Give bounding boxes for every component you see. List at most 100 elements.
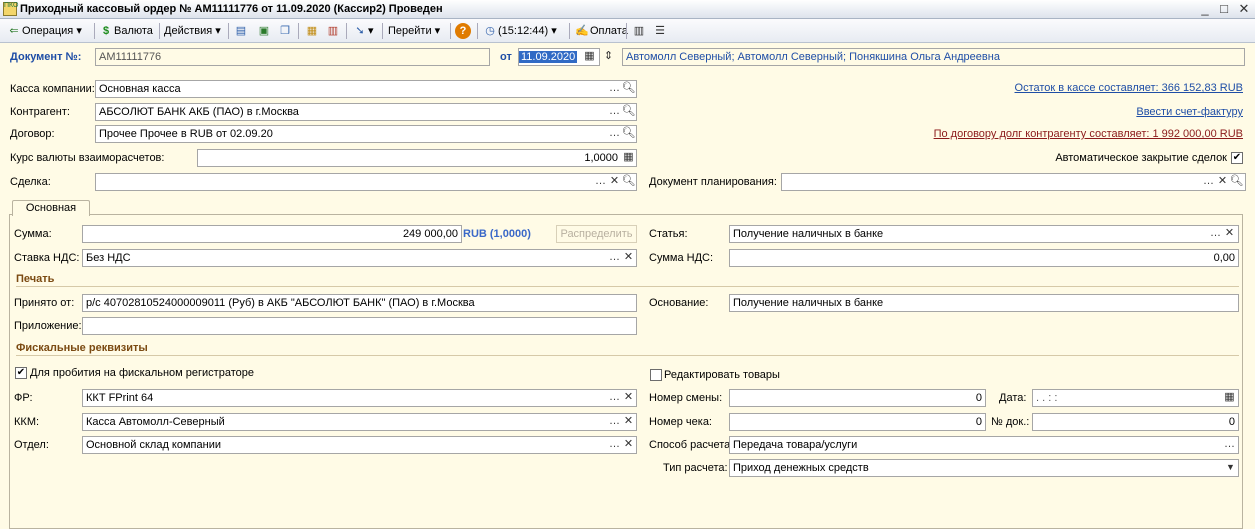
osnovanie-label: Основание: bbox=[649, 297, 709, 309]
nds-sum-label: Сумма НДС: bbox=[649, 252, 714, 264]
data-label: Дата: bbox=[999, 392, 1027, 404]
calculator-icon[interactable]: ▦ bbox=[621, 150, 636, 166]
summa-field[interactable]: 249 000,00 bbox=[82, 225, 462, 243]
divider bbox=[16, 286, 1239, 287]
kassa-field[interactable]: Основная касса bbox=[95, 80, 637, 98]
summa-label: Сумма: bbox=[14, 228, 52, 240]
restore-button[interactable]: □ bbox=[1215, 1, 1233, 17]
open-icon[interactable]: 🔍︎ bbox=[621, 81, 636, 97]
auto-close-checkbox[interactable]: ✔ bbox=[1231, 152, 1243, 164]
actions-menu[interactable]: Действия ▾ bbox=[164, 22, 221, 40]
calendar-icon[interactable]: ▦ bbox=[582, 49, 597, 65]
movements-icon[interactable]: ▣ bbox=[256, 22, 272, 40]
clear-icon[interactable]: ✕ bbox=[1215, 174, 1230, 190]
select-dots-icon[interactable]: … bbox=[607, 414, 622, 430]
kkm-field[interactable]: Касса Автомолл-Северный bbox=[82, 413, 637, 431]
fr-field[interactable]: ККТ FPrint 64 bbox=[82, 389, 637, 407]
statya-label: Статья: bbox=[649, 228, 688, 240]
doc-number-field[interactable]: АМ11111776 bbox=[95, 48, 490, 66]
select-dots-icon[interactable]: … bbox=[607, 250, 622, 266]
operation-icon: ⇐ bbox=[9, 25, 19, 38]
post-icon[interactable]: ▤ bbox=[233, 22, 249, 40]
nds-rate-field[interactable]: Без НДС bbox=[82, 249, 637, 267]
open-icon[interactable]: 🔍︎ bbox=[621, 104, 636, 120]
clear-icon[interactable]: ✕ bbox=[621, 390, 636, 406]
fiscal-register-label: Для пробития на фискальном регистраторе bbox=[30, 367, 254, 379]
date-spin-icon[interactable]: ⇕ bbox=[601, 49, 616, 65]
nds-rate-label: Ставка НДС: bbox=[14, 252, 80, 264]
currency-icon: $ bbox=[102, 25, 110, 38]
window-title: Приходный кассовый ордер № АМ11111776 от… bbox=[20, 3, 443, 15]
calendar-icon[interactable]: ▦ bbox=[1222, 390, 1237, 406]
select-dots-icon[interactable]: … bbox=[607, 437, 622, 453]
sdelka-field[interactable] bbox=[95, 173, 637, 191]
structure-icon[interactable]: ▦ bbox=[304, 22, 320, 40]
kontragent-field[interactable]: АБСОЛЮТ БАНК АКБ (ПАО) в г.Москва bbox=[95, 103, 637, 121]
close-button[interactable]: ✕ bbox=[1235, 1, 1253, 17]
help-icon[interactable]: ? bbox=[455, 22, 471, 40]
select-dots-icon[interactable]: … bbox=[607, 126, 622, 142]
select-dots-icon[interactable]: … bbox=[1201, 174, 1216, 190]
nomdok-label: № док.: bbox=[991, 416, 1030, 428]
select-dots-icon[interactable]: … bbox=[1222, 437, 1237, 453]
raspredelit-button[interactable]: Распределить bbox=[556, 225, 637, 243]
dogovor-label: Договор: bbox=[10, 128, 55, 140]
check-field[interactable]: 0 bbox=[729, 413, 986, 431]
select-dots-icon[interactable]: … bbox=[1208, 226, 1223, 242]
clear-icon[interactable]: ✕ bbox=[607, 174, 622, 190]
payment-icon: ✍ bbox=[575, 25, 589, 38]
open-icon[interactable]: 🔍︎ bbox=[621, 174, 636, 190]
sposob-field[interactable]: Передача товара/услуги bbox=[729, 436, 1239, 454]
statya-field[interactable]: Получение наличных в банке bbox=[729, 225, 1239, 243]
open-icon[interactable]: 🔍︎ bbox=[621, 126, 636, 142]
currency-button[interactable]: $ Валюта bbox=[98, 22, 153, 40]
smena-label: Номер смены: bbox=[649, 392, 723, 404]
dolg-link[interactable]: По договору долг контрагенту составляет:… bbox=[850, 128, 1243, 140]
data-field[interactable]: . . : : bbox=[1032, 389, 1239, 407]
kurs-label: Курс валюты взаиморасчетов: bbox=[10, 152, 165, 164]
clear-icon[interactable]: ✕ bbox=[621, 414, 636, 430]
docplan-field[interactable] bbox=[781, 173, 1246, 191]
organization-field[interactable]: Автомолл Северный; Автомолл Северный; По… bbox=[622, 48, 1245, 66]
report-icon[interactable]: ▥ bbox=[325, 22, 341, 40]
otdel-field[interactable]: Основной склад компании bbox=[82, 436, 637, 454]
osnovanie-field[interactable]: Получение наличных в банке bbox=[729, 294, 1239, 312]
separator bbox=[298, 23, 299, 39]
select-dots-icon[interactable]: … bbox=[607, 81, 622, 97]
tab-osnovnaya[interactable]: Основная bbox=[12, 200, 90, 216]
dogovor-field[interactable]: Прочее Прочее в RUB от 02.09.20 bbox=[95, 125, 637, 143]
select-dots-icon[interactable]: … bbox=[607, 104, 622, 120]
minimize-button[interactable]: _ bbox=[1196, 1, 1214, 17]
check-label: Номер чека: bbox=[649, 416, 712, 428]
clear-icon[interactable]: ✕ bbox=[621, 437, 636, 453]
schet-faktura-link[interactable]: Ввести счет-фактуру bbox=[900, 106, 1243, 118]
goto-menu[interactable]: Перейти ▾ bbox=[388, 22, 440, 40]
enter-on-basis-menu[interactable]: ➘ ▾ bbox=[352, 22, 373, 40]
list-icon[interactable]: ☰ bbox=[652, 22, 668, 40]
operation-menu[interactable]: ⇐ Операция ▾ bbox=[6, 22, 81, 40]
prilozhenie-field[interactable] bbox=[82, 317, 637, 335]
docplan-label: Документ планирования: bbox=[649, 176, 777, 188]
summa-currency[interactable]: RUB (1,0000) bbox=[463, 226, 531, 242]
clear-icon[interactable]: ✕ bbox=[621, 250, 636, 266]
open-icon[interactable]: 🔍︎ bbox=[1229, 174, 1244, 190]
smena-field[interactable]: 0 bbox=[729, 389, 986, 407]
nomdok-field[interactable]: 0 bbox=[1032, 413, 1239, 431]
kurs-field[interactable]: 1,0000 bbox=[197, 149, 637, 167]
edit-goods-checkbox[interactable] bbox=[650, 369, 662, 381]
title-bar: ПКО Приходный кассовый ордер № АМ1111177… bbox=[0, 0, 1255, 19]
payment-button[interactable]: ✍Оплата bbox=[574, 22, 628, 40]
nds-sum-field[interactable]: 0,00 bbox=[729, 249, 1239, 267]
print-section-header: Печать bbox=[16, 273, 55, 285]
tip-select[interactable]: Приход денежных средств bbox=[729, 459, 1239, 477]
prinyato-field[interactable]: р/с 40702810524000009011 (Руб) в АКБ "АБ… bbox=[82, 294, 637, 312]
ostatok-link[interactable]: Остаток в кассе составляет: 366 152,83 R… bbox=[900, 82, 1243, 94]
columns-icon[interactable]: ▥ bbox=[631, 22, 647, 40]
time-button[interactable]: ◷ (15:12:44) ▾ bbox=[482, 22, 557, 40]
select-dots-icon[interactable]: … bbox=[593, 174, 608, 190]
copy-icon[interactable]: ❐ bbox=[277, 22, 293, 40]
select-dots-icon[interactable]: … bbox=[607, 390, 622, 406]
fiscal-register-checkbox[interactable]: ✔ bbox=[15, 367, 27, 379]
chevron-down-icon[interactable]: ▼ bbox=[1223, 460, 1238, 476]
clear-icon[interactable]: ✕ bbox=[1222, 226, 1237, 242]
